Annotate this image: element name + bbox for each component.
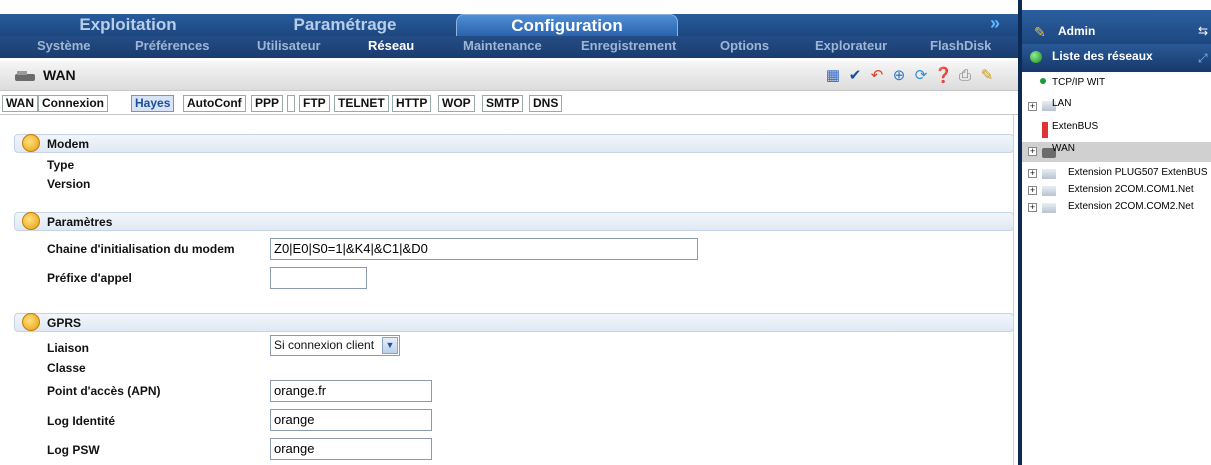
subtab-enregistrement[interactable]: Enregistrement (581, 38, 676, 53)
subtab-explorateur[interactable]: Explorateur (815, 38, 887, 53)
tab-ftp[interactable]: FTP (299, 95, 330, 112)
expand-icon[interactable]: ⤢ (1198, 51, 1208, 66)
label-log-psw: Log PSW (47, 443, 100, 457)
cable-icon (1042, 186, 1056, 196)
tree-item-com1[interactable]: Extension 2COM.COM1.Net (1068, 184, 1194, 195)
expand-wan-icon[interactable]: + (1028, 147, 1037, 156)
log-identite-input[interactable]: orange (270, 409, 432, 431)
label-log-identite: Log Identité (47, 414, 115, 428)
collapse-arrow-icon[interactable]: » (990, 13, 1000, 34)
section-gprs-header (14, 313, 1014, 332)
subtab-preferences[interactable]: Préférences (135, 38, 209, 53)
expand-com2-icon[interactable]: + (1028, 203, 1037, 212)
tree-item-lan[interactable]: LAN (1052, 98, 1071, 109)
gear-icon (22, 212, 40, 230)
init-string-input[interactable]: Z0|E0|S0=1|&K4|&C1|&D0 (270, 238, 698, 260)
key-icon: ✎ (1034, 24, 1046, 40)
tab-hayes[interactable]: Hayes (131, 95, 175, 112)
label-classe: Classe (47, 361, 86, 375)
page-title: WAN (43, 67, 76, 83)
label-liaison: Liaison (47, 341, 90, 355)
log-psw-input[interactable]: orange (270, 438, 432, 460)
section-title-modem: Modem (47, 137, 89, 151)
subtab-maintenance[interactable]: Maintenance (463, 38, 542, 53)
expand-lan-icon[interactable]: + (1028, 102, 1037, 111)
chevron-down-icon[interactable]: ▼ (382, 337, 398, 354)
tab-telnet[interactable]: TELNET (334, 95, 389, 112)
help-icon[interactable]: ❓ (934, 67, 953, 85)
undo-icon[interactable]: ↶ (868, 67, 886, 85)
title-bar (0, 61, 1018, 91)
tab-http[interactable]: HTTP (392, 95, 432, 112)
tree-item-plug507[interactable]: Extension PLUG507 ExtenBUS (1068, 167, 1208, 178)
network-list-title: Liste des réseaux (1052, 49, 1153, 63)
refresh-icon[interactable]: ⟳ (912, 67, 930, 85)
prefix-input[interactable] (270, 267, 367, 289)
tree-item-com2[interactable]: Extension 2COM.COM2.Net (1068, 201, 1194, 212)
grid-icon[interactable]: ▦ (824, 67, 842, 85)
tab-ppp[interactable]: PPP (251, 95, 284, 112)
label-prefix: Préfixe d'appel (47, 271, 132, 285)
tab-autoconf[interactable]: AutoConf (183, 95, 246, 112)
gear-icon (22, 134, 40, 152)
tree-item-extenbus[interactable]: ExtenBUS (1052, 121, 1098, 132)
section-title-parametres: Paramètres (47, 215, 113, 229)
subtab-flashdisk[interactable]: FlashDisk (930, 38, 991, 53)
check-icon[interactable]: ✔ (846, 67, 864, 85)
tab-smtp[interactable]: SMTP (482, 95, 524, 112)
label-type: Type (47, 158, 75, 172)
logout-icon[interactable]: ⇆ (1198, 24, 1208, 38)
content-border (1013, 115, 1014, 465)
tab-dns[interactable]: DNS (529, 95, 563, 112)
admin-label[interactable]: Admin (1058, 24, 1095, 38)
section-parametres-header (14, 212, 1014, 231)
subtab-options[interactable]: Options (720, 38, 769, 53)
label-version: Version (47, 177, 91, 191)
globe-icon (1030, 51, 1042, 63)
extenbus-icon (1042, 122, 1048, 138)
tree-item-wan[interactable]: WAN (1052, 143, 1075, 154)
tab-exploitation[interactable]: Exploitation (28, 14, 228, 36)
tab-empty[interactable] (287, 95, 295, 112)
tcpip-icon (1040, 78, 1046, 84)
edit-icon[interactable]: ✎ (978, 67, 996, 85)
gear-icon (22, 313, 40, 331)
expand-plug507-icon[interactable]: + (1028, 169, 1037, 178)
main-area: Exploitation Paramétrage Configuration »… (0, 0, 1018, 465)
section-modem-header (14, 134, 1014, 153)
label-init-string: Chaine d'initialisation du modem (47, 242, 235, 256)
section-title-gprs: GPRS (47, 316, 82, 330)
tab-wop[interactable]: WOP (438, 95, 475, 112)
network-side-panel: ✎ Admin ⇆ Liste des réseaux ⤢ TCP/IP WIT… (1018, 0, 1211, 465)
label-apn: Point d'accès (APN) (47, 384, 161, 398)
subtab-utilisateur[interactable]: Utilisateur (257, 38, 321, 53)
tab-connexion[interactable]: Connexion (38, 95, 108, 112)
cable-icon (1042, 203, 1056, 213)
modem-icon (15, 71, 35, 81)
liaison-value: Si connexion client (274, 338, 375, 352)
app-window: Exploitation Paramétrage Configuration »… (0, 0, 1211, 465)
tab-parametrage[interactable]: Paramétrage (240, 14, 450, 36)
subtab-reseau[interactable]: Réseau (368, 38, 414, 53)
add-icon[interactable]: ⊕ (890, 67, 908, 85)
subtab-systeme[interactable]: Système (37, 38, 90, 53)
tab-configuration[interactable]: Configuration (456, 14, 678, 36)
print-icon[interactable]: ⎙ (956, 67, 974, 85)
tab-wan[interactable]: WAN (2, 95, 38, 112)
tree-item-tcpip[interactable]: TCP/IP WIT (1052, 77, 1105, 88)
apn-input[interactable]: orange.fr (270, 380, 432, 402)
liaison-select[interactable]: Si connexion client ▼ (270, 335, 400, 356)
expand-com1-icon[interactable]: + (1028, 186, 1037, 195)
cable-icon (1042, 169, 1056, 179)
